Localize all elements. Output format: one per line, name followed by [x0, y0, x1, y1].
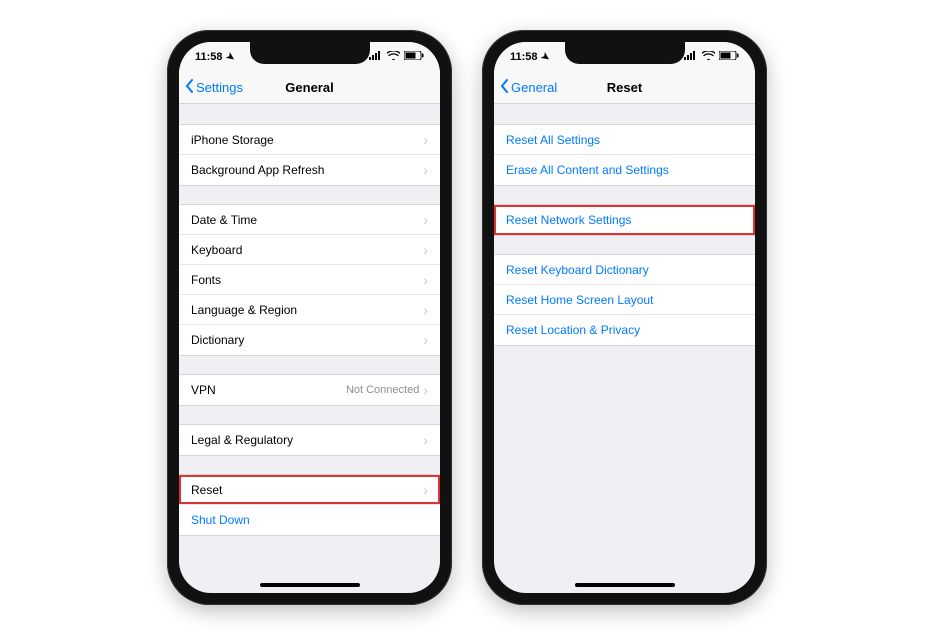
settings-row[interactable]: Reset Keyboard Dictionary [494, 255, 755, 285]
settings-row[interactable]: Reset Network Settings [494, 205, 755, 235]
settings-row[interactable]: Shut Down [179, 505, 440, 535]
status-time: 11:58 [195, 51, 223, 63]
settings-row[interactable]: Legal & Regulatory› [179, 425, 440, 455]
settings-row[interactable]: Reset Location & Privacy [494, 315, 755, 345]
signal-icon [684, 51, 698, 63]
settings-group: iPhone Storage›Background App Refresh› [179, 124, 440, 186]
nav-bar: General Reset [494, 72, 755, 104]
battery-icon [404, 51, 424, 63]
location-icon: ➤ [538, 50, 551, 64]
nav-bar: Settings General [179, 72, 440, 104]
settings-group: VPNNot Connected › [179, 374, 440, 406]
settings-row[interactable]: Reset All Settings [494, 125, 755, 155]
settings-group: Reset All Settings Erase All Content and … [494, 124, 755, 186]
nav-title: General [179, 80, 440, 95]
battery-icon [719, 51, 739, 63]
screen: 11:58 ➤ Settings General iPhone Storage›… [179, 42, 440, 593]
settings-row[interactable]: Date & Time› [179, 205, 440, 235]
row-label: Fonts [191, 273, 423, 287]
row-label: Reset All Settings [506, 133, 743, 147]
settings-row[interactable]: VPNNot Connected › [179, 375, 440, 405]
phone-general: 11:58 ➤ Settings General iPhone Storage›… [167, 30, 452, 605]
settings-group: Reset Keyboard Dictionary Reset Home Scre… [494, 254, 755, 346]
chevron-right-icon: › [423, 383, 428, 397]
settings-row[interactable]: Erase All Content and Settings [494, 155, 755, 185]
settings-row[interactable]: Reset› [179, 475, 440, 505]
screen: 11:58 ➤ General Reset Reset All Settings… [494, 42, 755, 593]
row-label: iPhone Storage [191, 133, 423, 147]
chevron-right-icon: › [423, 433, 428, 447]
row-label: Reset Home Screen Layout [506, 293, 743, 307]
settings-row[interactable]: Reset Home Screen Layout [494, 285, 755, 315]
signal-icon [369, 51, 383, 63]
nav-title: Reset [494, 80, 755, 95]
settings-group: Reset Network Settings [494, 204, 755, 236]
settings-group: Reset› Shut Down [179, 474, 440, 536]
row-label: Keyboard [191, 243, 423, 257]
notch [565, 42, 685, 64]
settings-row[interactable]: Fonts› [179, 265, 440, 295]
phone-reset: 11:58 ➤ General Reset Reset All Settings… [482, 30, 767, 605]
chevron-right-icon: › [423, 303, 428, 317]
row-label: Reset Keyboard Dictionary [506, 263, 743, 277]
row-label: Reset Network Settings [506, 213, 743, 227]
chevron-right-icon: › [423, 213, 428, 227]
row-detail: Not Connected [346, 384, 419, 396]
row-label: Shut Down [191, 513, 428, 527]
settings-list[interactable]: Reset All Settings Erase All Content and … [494, 104, 755, 593]
settings-row[interactable]: Background App Refresh› [179, 155, 440, 185]
settings-row[interactable]: Dictionary› [179, 325, 440, 355]
settings-row[interactable]: Language & Region› [179, 295, 440, 325]
row-label: Background App Refresh [191, 163, 423, 177]
row-label: Dictionary [191, 333, 423, 347]
chevron-right-icon: › [423, 243, 428, 257]
notch [250, 42, 370, 64]
row-label: VPN [191, 383, 346, 397]
home-indicator[interactable] [575, 583, 675, 587]
row-label: Date & Time [191, 213, 423, 227]
chevron-right-icon: › [423, 273, 428, 287]
row-label: Legal & Regulatory [191, 433, 423, 447]
home-indicator[interactable] [260, 583, 360, 587]
location-icon: ➤ [223, 50, 236, 64]
wifi-icon [702, 51, 715, 63]
chevron-right-icon: › [423, 163, 428, 177]
settings-group: Date & Time›Keyboard›Fonts›Language & Re… [179, 204, 440, 356]
settings-group: Legal & Regulatory› [179, 424, 440, 456]
chevron-right-icon: › [423, 133, 428, 147]
row-label: Reset [191, 483, 423, 497]
settings-row[interactable]: iPhone Storage› [179, 125, 440, 155]
row-label: Erase All Content and Settings [506, 163, 743, 177]
wifi-icon [387, 51, 400, 63]
status-time: 11:58 [510, 51, 538, 63]
settings-row[interactable]: Keyboard› [179, 235, 440, 265]
row-label: Reset Location & Privacy [506, 323, 743, 337]
chevron-right-icon: › [423, 333, 428, 347]
settings-list[interactable]: iPhone Storage›Background App Refresh›Da… [179, 104, 440, 593]
chevron-right-icon: › [423, 483, 428, 497]
row-label: Language & Region [191, 303, 423, 317]
